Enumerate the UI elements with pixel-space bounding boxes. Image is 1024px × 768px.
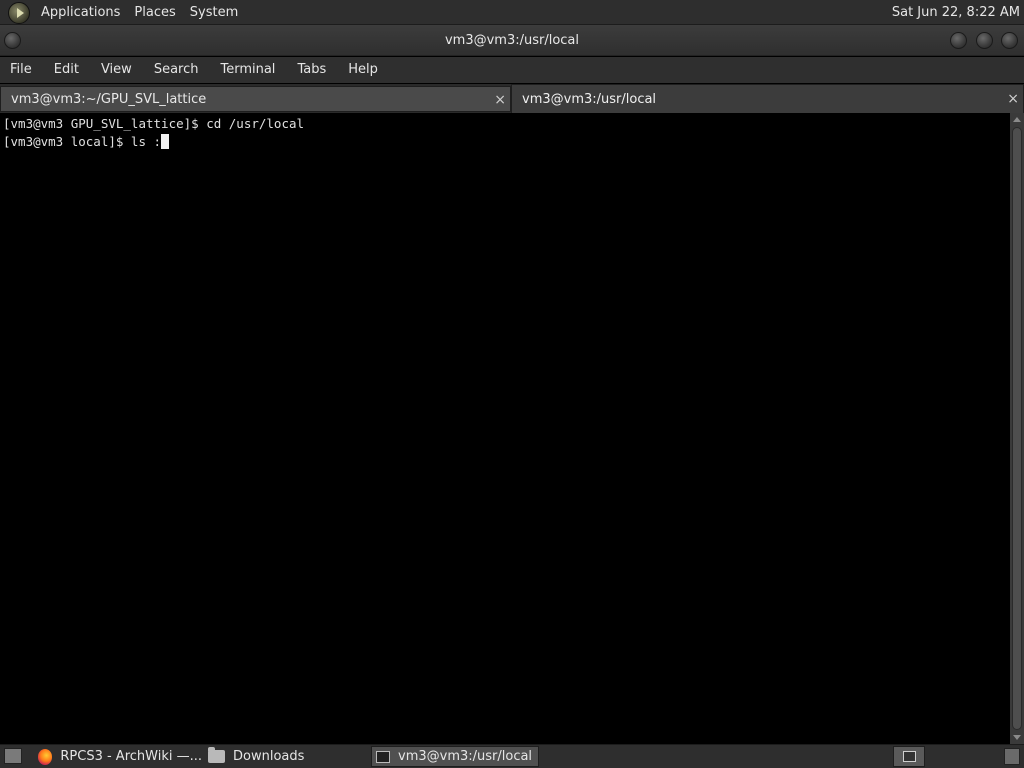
task-firefox[interactable]: RPCS3 - ArchWiki —... [34, 746, 202, 767]
window-title: vm3@vm3:/usr/local [444, 33, 580, 48]
clock[interactable]: Sat Jun 22, 8:22 AM [892, 0, 1020, 25]
menu-terminal[interactable]: Terminal [210, 57, 282, 83]
scroll-thumb[interactable] [1012, 127, 1022, 730]
folder-icon [208, 747, 225, 763]
tab-label: vm3@vm3:~/GPU_SVL_lattice [11, 92, 207, 107]
panel-menus: Applications Places System [0, 0, 245, 25]
workspace-switcher[interactable] [893, 746, 925, 767]
tab-usr-local[interactable]: vm3@vm3:/usr/local × [511, 84, 1024, 113]
tab-bar: vm3@vm3:~/GPU_SVL_lattice × vm3@vm3:/usr… [0, 84, 1024, 113]
places-menu[interactable]: Places [127, 0, 182, 25]
menu-tabs[interactable]: Tabs [287, 57, 333, 83]
menu-help[interactable]: Help [338, 57, 385, 83]
firefox-icon [38, 748, 53, 765]
tab-gpu-svl-lattice[interactable]: vm3@vm3:~/GPU_SVL_lattice × [0, 86, 511, 112]
minimize-button[interactable] [950, 32, 967, 49]
menu-search[interactable]: Search [144, 57, 206, 83]
task-label: Downloads [233, 749, 305, 764]
maximize-button[interactable] [976, 32, 993, 49]
show-desktop-icon[interactable] [4, 748, 22, 764]
tab-close-icon[interactable]: × [1007, 85, 1019, 114]
terminal-icon [376, 750, 390, 763]
terminal-output[interactable]: [vm3@vm3 GPU_SVL_lattice]$ cd /usr/local… [0, 113, 1010, 744]
menu-edit[interactable]: Edit [44, 57, 86, 83]
terminal-line: [vm3@vm3 local]$ ls : [3, 133, 1010, 151]
scroll-down-icon[interactable] [1013, 735, 1021, 740]
system-menu[interactable]: System [183, 0, 245, 25]
bottom-taskbar: RPCS3 - ArchWiki —... Downloads vm3@vm3:… [0, 744, 1024, 768]
terminal-scrollbar[interactable] [1010, 113, 1024, 744]
applications-menu[interactable]: Applications [34, 0, 127, 25]
terminal-line: [vm3@vm3 GPU_SVL_lattice]$ cd /usr/local [3, 116, 305, 131]
menu-file[interactable]: File [0, 57, 39, 83]
menu-view[interactable]: View [91, 57, 139, 83]
distro-logo-icon[interactable] [8, 1, 30, 24]
task-downloads[interactable]: Downloads [204, 746, 368, 767]
menubar: File Edit View Search Terminal Tabs Help [0, 57, 1024, 83]
window-titlebar[interactable]: vm3@vm3:/usr/local [0, 25, 1024, 56]
task-terminal[interactable]: vm3@vm3:/usr/local [371, 746, 539, 767]
top-panel: Applications Places System Sat Jun 22, 8… [0, 0, 1024, 25]
tab-label: vm3@vm3:/usr/local [522, 92, 657, 107]
tab-close-icon[interactable]: × [494, 87, 506, 113]
trash-icon[interactable] [1004, 748, 1020, 765]
scroll-up-icon[interactable] [1013, 117, 1021, 122]
workspace-window-icon [903, 751, 916, 762]
task-label: RPCS3 - ArchWiki —... [60, 749, 202, 764]
close-button[interactable] [1001, 32, 1018, 49]
task-label: vm3@vm3:/usr/local [398, 749, 533, 764]
terminal-prompt-line: [vm3@vm3 local]$ ls : [3, 134, 162, 149]
text-cursor [161, 134, 170, 149]
